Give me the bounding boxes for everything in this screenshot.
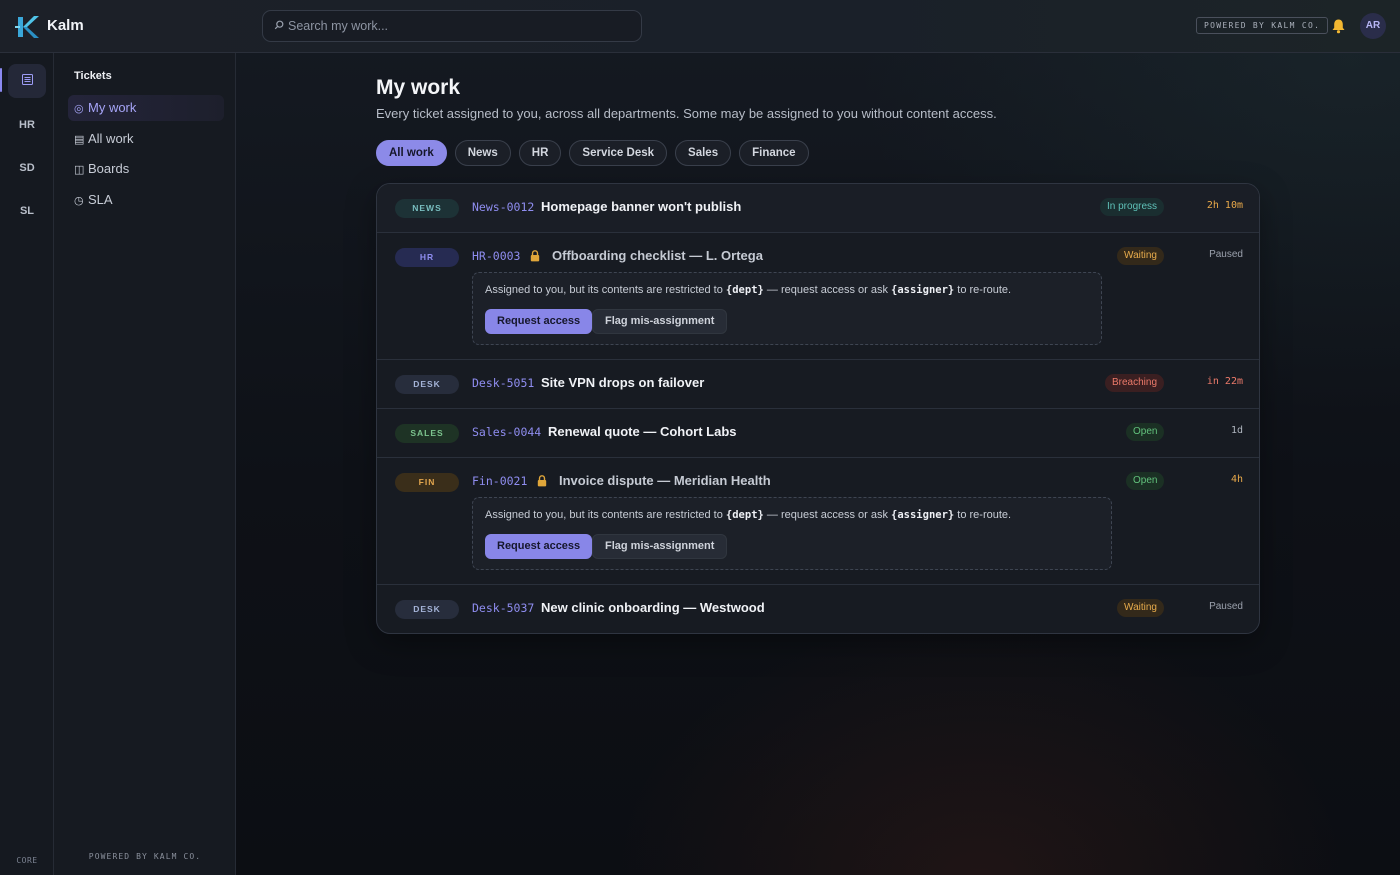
lock-icon	[530, 250, 540, 262]
ticket-id[interactable]: Desk-5051	[472, 376, 534, 390]
sla-timer: 4h	[1230, 474, 1243, 485]
sidebar-heading: Tickets	[74, 70, 112, 82]
status-badge: Open	[1126, 472, 1165, 490]
status-badge: Waiting	[1117, 247, 1164, 265]
dept-badge: DESK	[395, 600, 459, 619]
dept-badge: HR	[395, 248, 459, 267]
filter-chips: All work News HR Service Desk Sales Fina…	[376, 140, 809, 166]
ticket-row[interactable]: NEWS News-0012 Homepage banner won't pub…	[377, 184, 1259, 233]
ticket-id[interactable]: News-0012	[472, 200, 534, 214]
sidebar-item-boards[interactable]: ◫ Boards	[68, 156, 224, 182]
ticket-row[interactable]: HR HR-0003 Offboarding checklist — L. Or…	[377, 233, 1259, 360]
rail-active-indicator	[0, 68, 2, 92]
notification-bell-icon[interactable]	[1331, 18, 1346, 34]
restricted-notice: Assigned to you, but its contents are re…	[472, 272, 1102, 345]
assigner-placeholder: {assigner}	[891, 509, 955, 521]
ticket-title[interactable]: Invoice dispute — Meridian Health	[559, 473, 771, 488]
rail-item-sd[interactable]: SD	[8, 151, 46, 185]
search-input[interactable]	[288, 11, 633, 41]
board-icon: ◫	[74, 164, 85, 176]
list-icon	[21, 74, 33, 85]
user-avatar[interactable]: AR	[1360, 13, 1386, 39]
sidebar-item-label: My work	[88, 100, 137, 115]
sidebar: Tickets ◎ My work ▤ All work ◫ Boards ◷ SLA …	[54, 53, 236, 875]
ticket-row[interactable]: DESK Desk-5037 New clinic onboarding — W…	[377, 585, 1259, 633]
filter-chip-finance[interactable]: Finance	[739, 140, 809, 166]
ticket-title[interactable]: Site VPN drops on failover	[541, 375, 704, 390]
assigner-placeholder: {assigner}	[891, 284, 955, 296]
rail-item-hr[interactable]: HR	[8, 108, 46, 142]
filter-chip-all-work[interactable]: All work	[376, 140, 447, 166]
ticket-id[interactable]: Fin-0021	[472, 474, 527, 488]
restricted-message: Assigned to you, but its contents are re…	[485, 284, 1012, 296]
flag-misassignment-button[interactable]: Flag mis-assignment	[592, 309, 728, 334]
list-icon: ▤	[74, 134, 85, 146]
request-access-button[interactable]: Request access	[485, 309, 593, 334]
search-box[interactable]	[262, 10, 642, 42]
ticket-title[interactable]: Renewal quote — Cohort Labs	[548, 424, 737, 439]
sidebar-item-label: SLA	[88, 192, 113, 207]
sidebar-footer: POWERED BY KALM CO.	[88, 852, 202, 861]
lock-icon	[537, 475, 547, 487]
rail-item-tickets[interactable]	[8, 64, 46, 98]
ticket-id[interactable]: HR-0003	[472, 249, 520, 263]
flag-misassignment-button[interactable]: Flag mis-assignment	[592, 534, 728, 559]
top-bar: Kalm POWERED BY KALM CO. AR	[0, 0, 1400, 53]
filter-chip-hr[interactable]: HR	[518, 140, 562, 166]
rail-footer: CORE	[16, 856, 38, 865]
ticket-title[interactable]: Offboarding checklist — L. Ortega	[552, 248, 763, 263]
status-badge: Breaching	[1105, 374, 1165, 392]
filter-chip-news[interactable]: News	[454, 140, 511, 166]
ticket-id[interactable]: Sales-0044	[472, 425, 541, 439]
dept-placeholder: {dept}	[725, 284, 764, 296]
ticket-row[interactable]: SALES Sales-0044 Renewal quote — Cohort …	[377, 409, 1259, 458]
dept-placeholder: {dept}	[725, 509, 764, 521]
ticket-title[interactable]: New clinic onboarding — Westwood	[541, 600, 765, 615]
sla-timer: in 22m	[1206, 376, 1243, 387]
sla-timer: 1d	[1230, 425, 1243, 436]
sidebar-item-all-work[interactable]: ▤ All work	[68, 126, 224, 152]
ticket-row[interactable]: DESK Desk-5051 Site VPN drops on failove…	[377, 360, 1259, 409]
dept-badge: DESK	[395, 375, 459, 394]
sidebar-item-my-work[interactable]: ◎ My work	[68, 95, 224, 121]
request-access-button[interactable]: Request access	[485, 534, 593, 559]
ticket-row[interactable]: FIN Fin-0021 Invoice dispute — Meridian …	[377, 458, 1259, 585]
search-icon	[274, 20, 284, 30]
sla-timer: 2h 10m	[1206, 200, 1243, 211]
target-icon: ◎	[74, 103, 84, 115]
dept-badge: SALES	[395, 424, 459, 443]
app-name: Kalm	[47, 17, 84, 34]
dept-badge: FIN	[395, 473, 459, 492]
status-badge: Waiting	[1117, 599, 1164, 617]
ticket-title[interactable]: Homepage banner won't publish	[541, 199, 741, 214]
sidebar-item-label: Boards	[88, 161, 130, 176]
ticket-id[interactable]: Desk-5037	[472, 601, 534, 615]
page-subtitle: Every ticket assigned to you, across all…	[376, 106, 997, 121]
status-badge: In progress	[1100, 198, 1165, 216]
filter-chip-sales[interactable]: Sales	[675, 140, 732, 166]
sidebar-item-sla[interactable]: ◷ SLA	[68, 187, 224, 213]
rail-item-sl[interactable]: SL	[8, 194, 46, 228]
page-title: My work	[376, 76, 461, 99]
sidebar-item-label: All work	[88, 131, 134, 146]
app-rail: HR SD SL CORE	[0, 53, 54, 875]
restricted-message: Assigned to you, but its contents are re…	[485, 509, 1012, 521]
sla-timer: Paused	[1209, 601, 1243, 612]
clock-icon: ◷	[74, 195, 84, 207]
filter-chip-service-desk[interactable]: Service Desk	[569, 140, 668, 166]
ticket-list: NEWS News-0012 Homepage banner won't pub…	[376, 183, 1260, 634]
restricted-notice: Assigned to you, but its contents are re…	[472, 497, 1112, 570]
powered-by-badge: POWERED BY KALM CO.	[1196, 17, 1329, 34]
status-badge: Open	[1126, 423, 1165, 441]
sla-timer: Paused	[1209, 249, 1243, 260]
kalm-logo-icon[interactable]	[14, 14, 40, 40]
dept-badge: NEWS	[395, 199, 459, 218]
